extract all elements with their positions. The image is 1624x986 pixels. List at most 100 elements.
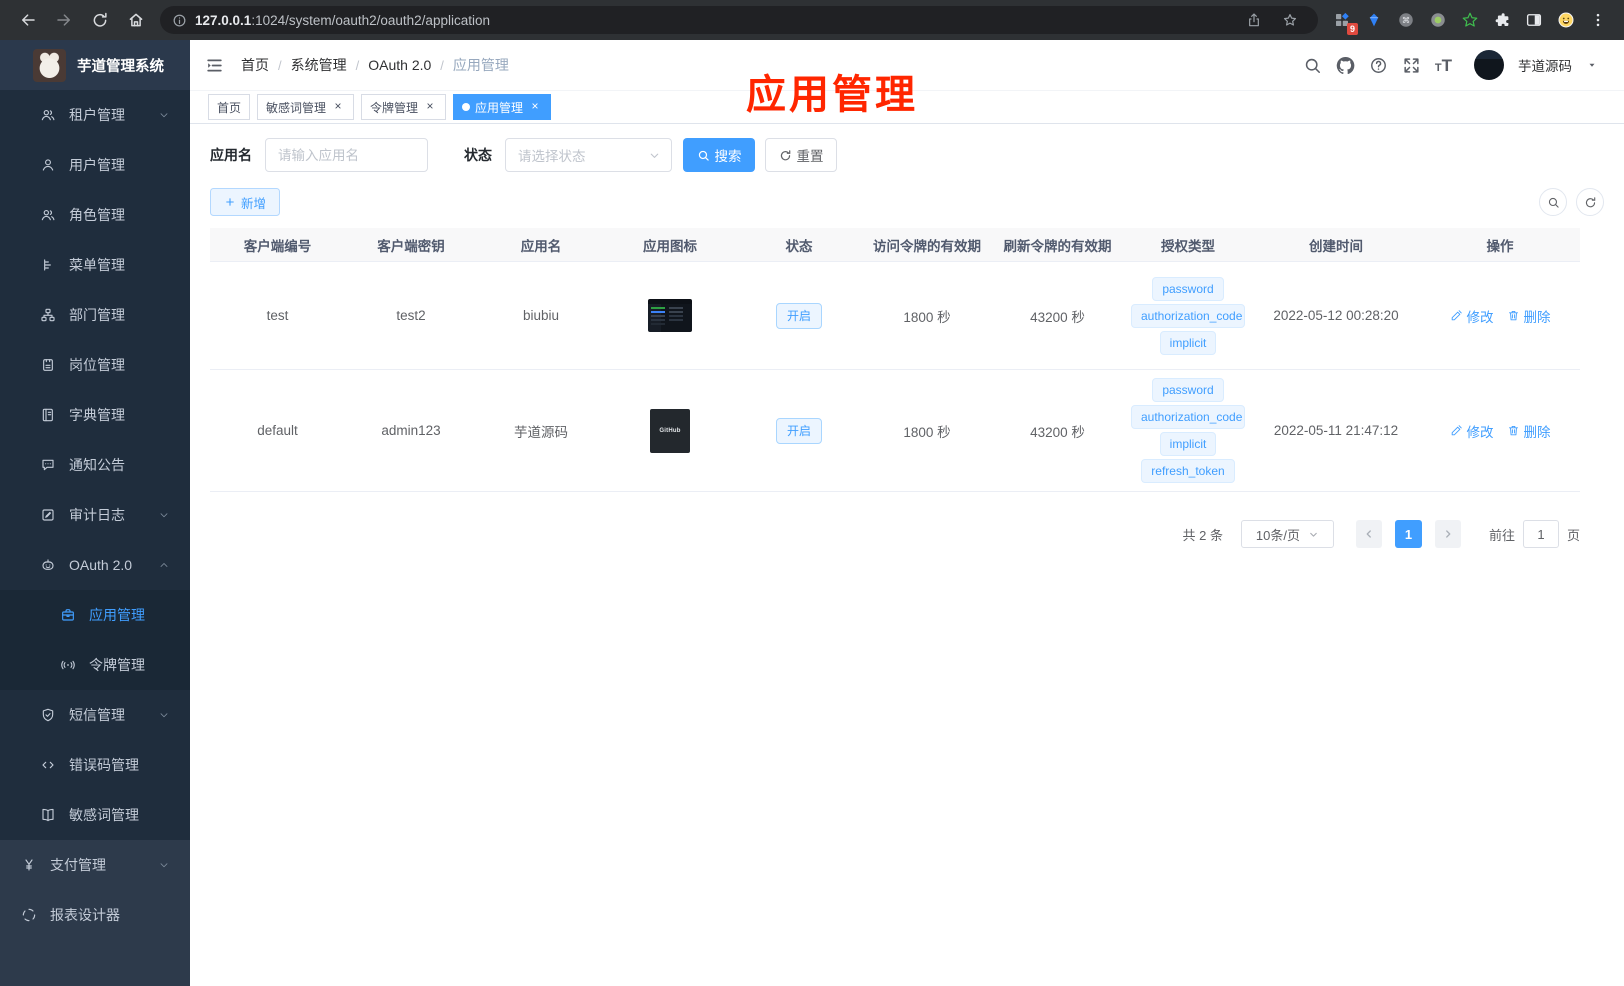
user-avatar[interactable] [1474, 50, 1504, 80]
browser-home-icon[interactable] [127, 11, 145, 29]
grant-type-tag: refresh_token [1141, 459, 1235, 483]
sidebar-item-sms[interactable]: 短信管理 [0, 690, 190, 740]
client-id: test [266, 308, 289, 323]
sitemap-icon [41, 308, 55, 322]
sidebar-item-sensitive-word[interactable]: 敏感词管理 [0, 790, 190, 840]
announcement-icon [42, 459, 54, 471]
edit-button[interactable]: 修改 [1450, 306, 1494, 326]
chevron-down-icon [650, 153, 659, 158]
breadcrumb-separator: / [440, 57, 444, 73]
tab-sensitive-word[interactable]: 敏感词管理 × [257, 94, 355, 120]
search-icon[interactable] [1303, 56, 1322, 75]
svg-text:⌘: ⌘ [1402, 16, 1410, 25]
url-host: 127.0.0.1 [195, 12, 252, 28]
refresh-table-button[interactable] [1576, 188, 1604, 216]
sidebar-item-post[interactable]: 岗位管理 [0, 340, 190, 390]
client-secret: test2 [396, 308, 426, 323]
app-logo[interactable]: 芋道管理系统 [0, 40, 190, 90]
toggle-search-button[interactable] [1539, 188, 1567, 216]
sidebar-item-error-code[interactable]: 错误码管理 [0, 740, 190, 790]
sidebar-item-label: 岗位管理 [69, 357, 125, 373]
table-toolbar: 新增 [210, 188, 1604, 216]
app-name-input[interactable] [265, 138, 428, 172]
site-info-icon[interactable] [172, 13, 187, 28]
fullscreen-icon[interactable] [1402, 56, 1421, 75]
star-extension-icon[interactable] [1455, 5, 1485, 35]
breadcrumb-item[interactable]: 系统管理 [291, 55, 347, 75]
sidebar-collapse-icon[interactable] [205, 56, 224, 75]
edit-button[interactable]: 修改 [1450, 421, 1494, 441]
sidebar-item-oauth2-application[interactable]: 应用管理 [0, 590, 190, 640]
sidebar-item-report[interactable]: 报表设计器 [0, 890, 190, 940]
browser-menu-icon[interactable] [1583, 5, 1613, 35]
sidebar-item-role[interactable]: 角色管理 [0, 190, 190, 240]
tab-token[interactable]: 令牌管理 × [361, 94, 447, 120]
user-icon [42, 159, 54, 171]
sidebar-item-menu[interactable]: 菜单管理 [0, 240, 190, 290]
browser-reload-icon[interactable] [91, 11, 109, 29]
puzzle-extensions-icon[interactable] [1487, 5, 1517, 35]
page-size-select[interactable]: 10条/页 [1240, 520, 1334, 548]
close-icon[interactable]: × [528, 100, 542, 114]
gem-extension-icon[interactable] [1359, 5, 1389, 35]
edit-label: 修改 [1466, 424, 1494, 440]
breadcrumb-item[interactable]: 首页 [241, 55, 269, 75]
sidebar-item-tenant[interactable]: 租户管理 [0, 90, 190, 140]
report-icon [22, 908, 36, 922]
logo-avatar [33, 48, 66, 82]
delete-button[interactable]: 删除 [1507, 306, 1551, 326]
column-header: 访问令牌的有效期 [873, 238, 981, 254]
delete-label: 删除 [1523, 424, 1551, 440]
page-number-1[interactable]: 1 [1394, 520, 1422, 548]
username[interactable]: 芋道源码 [1518, 55, 1572, 75]
tab-application[interactable]: 应用管理 × [453, 94, 552, 120]
user-menu-caret-icon[interactable] [1586, 59, 1598, 71]
chevron-down-icon [160, 713, 168, 718]
prev-page-button[interactable] [1355, 520, 1382, 548]
app-name: biubiu [522, 308, 560, 323]
sidebar-item-notice[interactable]: 通知公告 [0, 440, 190, 490]
tab-manager-extension-icon[interactable]: 9 [1327, 5, 1358, 35]
browser-back-icon[interactable] [19, 11, 37, 29]
search-button[interactable]: 搜索 [683, 138, 755, 172]
status-label: 状态 [464, 147, 492, 163]
chevron-left-icon [1366, 530, 1371, 538]
add-button[interactable]: 新增 [210, 188, 281, 216]
sidebar-item-dict[interactable]: 字典管理 [0, 390, 190, 440]
recorder-extension-icon[interactable] [1423, 5, 1453, 35]
delete-button[interactable]: 删除 [1507, 421, 1551, 441]
sidebar-item-oauth2[interactable]: OAuth 2.0 [0, 540, 190, 590]
navbar-actions: TT 芋道源码 [1303, 50, 1598, 80]
close-icon[interactable]: × [331, 100, 345, 114]
search-icon [1548, 197, 1559, 208]
next-page-button[interactable] [1434, 520, 1461, 548]
address-bar[interactable]: 127.0.0.1:1024/system/oauth2/oauth2/appl… [160, 6, 1318, 34]
sidebar-item-dept[interactable]: 部门管理 [0, 290, 190, 340]
sidebar-item-oauth2-token[interactable]: 令牌管理 [0, 640, 190, 690]
sidebar-item-user[interactable]: 用户管理 [0, 140, 190, 190]
bookmark-star-icon[interactable] [1282, 12, 1298, 28]
split-view-icon[interactable] [1519, 5, 1549, 35]
robot-icon [42, 559, 54, 570]
profile-avatar[interactable] [1551, 5, 1581, 35]
sidebar-menu: 租户管理 用户管理 角色管理 菜单管理部门管理岗位管理字典管理 通知公告 审计日志 OAut… [0, 90, 190, 986]
font-size-icon[interactable]: TT [1435, 57, 1452, 74]
share-icon[interactable] [1246, 12, 1262, 28]
chevron-down-icon [1310, 532, 1317, 537]
sidebar-item-label: 部门管理 [69, 307, 125, 323]
goto-page-input[interactable] [1522, 520, 1559, 548]
grant-type-tag: password [1152, 276, 1224, 301]
sidebar-item-pay[interactable]: 支付管理 [0, 840, 190, 890]
column-header: 授权类型 [1161, 238, 1215, 254]
sidebar-item-label: 敏感词管理 [69, 807, 139, 823]
browser-forward-icon[interactable] [55, 11, 73, 29]
command-extension-icon[interactable]: ⌘ [1391, 5, 1421, 35]
tab-home[interactable]: 首页 [208, 94, 251, 120]
close-icon[interactable]: × [423, 100, 437, 114]
help-icon[interactable] [1369, 56, 1388, 75]
status-select[interactable]: 请选择状态 [505, 138, 672, 172]
sidebar-item-audit-log[interactable]: 审计日志 [0, 490, 190, 540]
github-icon[interactable] [1336, 56, 1355, 75]
breadcrumb-item[interactable]: OAuth 2.0 [368, 57, 431, 73]
reset-button[interactable]: 重置 [765, 138, 837, 172]
